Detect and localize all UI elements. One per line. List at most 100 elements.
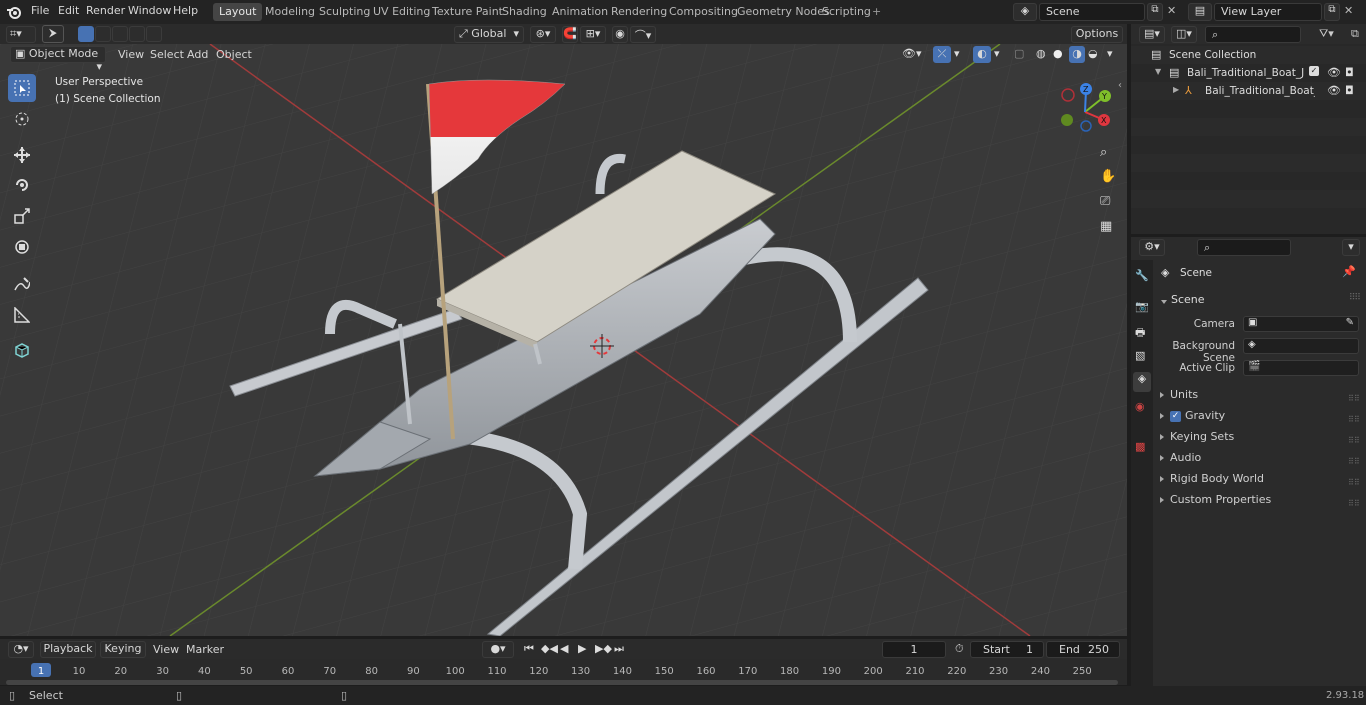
camera-view-icon[interactable]: ⎚ [1100,194,1110,209]
eyedropper-icon[interactable]: ✎ [1346,317,1354,328]
scene-tab-icon[interactable]: ◈ [1133,372,1151,392]
zoom-icon[interactable]: ⌕ [1100,145,1107,160]
tool-measure[interactable] [8,301,36,329]
outliner-search-input[interactable]: ⌕ [1205,26,1301,43]
visibility-icon[interactable]: 👁▾ [902,47,922,60]
material-shading-icon[interactable]: ◑ [1069,46,1085,63]
menu-edit[interactable]: Edit [58,4,79,17]
outliner-row-object[interactable]: ▶ ⅄ Bali_Traditional_Boat_Juk 👁 ◘ [1131,82,1366,100]
tab-modeling[interactable]: Modeling [259,3,321,21]
current-frame-field[interactable]: 1 [882,641,946,658]
chevron-down-icon[interactable]: ▾ [1107,47,1113,60]
wireframe-shading-icon[interactable]: ◍ [1036,47,1046,60]
mode-dropdown[interactable]: ▣ Object Mode ▾ [10,46,106,73]
chevron-down-icon[interactable]: ▾ [1342,239,1360,256]
gravity-checkbox[interactable]: ✓ [1170,410,1181,422]
preview-range-icon[interactable]: ⏱ [955,642,964,656]
eye-icon[interactable]: 👁 [1327,84,1341,97]
drag-handle-icon[interactable]: ⠿⠿ [1349,293,1361,303]
tool-move[interactable] [8,141,36,169]
tab-shading[interactable]: Shading [496,3,553,21]
timeline-editor-type-icon[interactable]: ◔▾ [8,641,34,658]
properties-editor-type-icon[interactable]: ⚙▾ [1139,239,1165,256]
select-tool-icon[interactable]: ⮞ [42,25,64,43]
tool-tab-icon[interactable]: 🔧 [1135,269,1149,282]
keying-menu[interactable]: Keying ▾ [100,641,146,668]
menu-render[interactable]: Render [86,4,125,17]
pivot-point-icon[interactable]: ⊛▾ [530,26,556,43]
select-mode-extend-icon[interactable] [95,26,111,42]
menu-help[interactable]: Help [173,4,198,17]
snap-toggle-icon[interactable]: 🧲 [562,26,578,43]
scene-type-icon[interactable]: ◈ [1013,3,1037,21]
render-tab-icon[interactable]: 📷 [1135,300,1149,313]
outliner-editor-type-icon[interactable]: ▤▾ [1139,26,1165,43]
select-mode-subtract-icon[interactable] [112,26,128,42]
menu-window[interactable]: Window [128,4,171,17]
select-mode-new-icon[interactable] [78,26,94,42]
editor-type-icon[interactable]: ⌗▾ [6,26,36,43]
start-frame-field[interactable]: Start 1 [970,641,1044,658]
select-mode-intersect-icon[interactable] [146,26,162,42]
navigation-gizmo[interactable]: Z Y X [1055,82,1115,142]
delete-view-layer-icon[interactable]: ✕ [1344,4,1353,17]
pin-icon[interactable]: 📌 [1342,265,1356,278]
auto-keying-icon[interactable]: ●▾ [482,641,514,658]
outliner-row-collection[interactable]: ▼ ▤ Bali_Traditional_Boat_Jukung_ ✓ 👁 ◘ [1131,64,1366,82]
view-layer-tab-icon[interactable]: ▧ [1135,349,1145,362]
view-layer-field[interactable]: View Layer [1214,3,1322,21]
xray-icon[interactable]: ▢ [1014,47,1024,60]
add-workspace-button[interactable]: + [866,3,887,21]
expand-icon[interactable]: ▼ [1155,67,1161,76]
filter-icon[interactable]: ⛛▾ [1319,27,1334,41]
proportional-edit-icon[interactable]: ◉ [612,26,628,43]
texture-tab-icon[interactable]: ▩ [1135,440,1145,453]
tool-add-cube[interactable] [8,336,36,364]
prev-keyframe-icon[interactable]: ◆◀ [541,642,558,655]
menu-select[interactable]: Select [150,48,184,61]
chevron-down-icon[interactable]: ▾ [994,47,1000,60]
gizmo-toggle-icon[interactable]: ⤫ [933,46,951,63]
world-tab-icon[interactable]: ◉ [1135,400,1145,413]
render-camera-icon[interactable]: ◘ [1345,66,1354,79]
overlay-toggle-icon[interactable]: ◐ [973,46,991,63]
jump-end-icon[interactable]: ⏭ [614,642,624,656]
background-scene-field[interactable]: ◈ [1243,338,1359,354]
tab-layout[interactable]: Layout [213,3,263,21]
snap-target-icon[interactable]: ⊞▾ [580,26,606,43]
menu-object[interactable]: Object [216,48,252,61]
tool-rotate[interactable] [8,171,36,199]
pan-hand-icon[interactable]: ✋ [1100,169,1116,184]
next-keyframe-icon[interactable]: ▶◆ [595,642,612,655]
end-frame-field[interactable]: End 250 [1046,641,1120,658]
section-keying-sets[interactable]: Keying Sets [1160,430,1234,443]
exclude-checkbox[interactable]: ✓ [1309,66,1319,76]
menu-add[interactable]: Add [187,48,208,61]
active-clip-field[interactable]: 🎬 [1243,360,1359,376]
section-gravity[interactable]: ✓ Gravity [1160,409,1225,422]
ortho-toggle-icon[interactable]: ▦ [1100,219,1112,234]
transform-orientation-dropdown[interactable]: ⤢ Global ▾ [454,26,524,43]
section-custom-properties[interactable]: Custom Properties [1160,493,1271,506]
select-mode-invert-icon[interactable] [129,26,145,42]
solid-shading-icon[interactable]: ● [1053,47,1063,60]
tool-annotate[interactable] [8,270,36,298]
timeline-marker-menu[interactable]: Marker [186,643,224,656]
eye-icon[interactable]: 👁 [1327,66,1341,79]
tab-animation[interactable]: Animation [546,3,614,21]
timeline-view-menu[interactable]: View [153,643,179,656]
menu-view[interactable]: View [118,48,144,61]
blender-logo-icon[interactable] [6,4,22,20]
outliner-row-root[interactable]: ▤ Scene Collection [1131,46,1366,64]
section-audio[interactable]: Audio [1160,451,1201,464]
sidebar-toggle-icon[interactable]: ‹ [1118,80,1122,91]
new-collection-icon[interactable]: ⧉ [1351,27,1359,41]
jump-start-icon[interactable]: ⏮ [524,642,534,656]
tool-cursor[interactable] [8,105,36,133]
rendered-shading-icon[interactable]: ◒ [1088,47,1098,60]
expand-icon[interactable]: ▶ [1173,85,1179,94]
delete-scene-icon[interactable]: ✕ [1167,4,1176,17]
new-view-layer-icon[interactable]: ⧉ [1324,3,1340,21]
falloff-icon[interactable]: ⌒▾ [630,26,656,43]
section-rigid-body-world[interactable]: Rigid Body World [1160,472,1264,485]
